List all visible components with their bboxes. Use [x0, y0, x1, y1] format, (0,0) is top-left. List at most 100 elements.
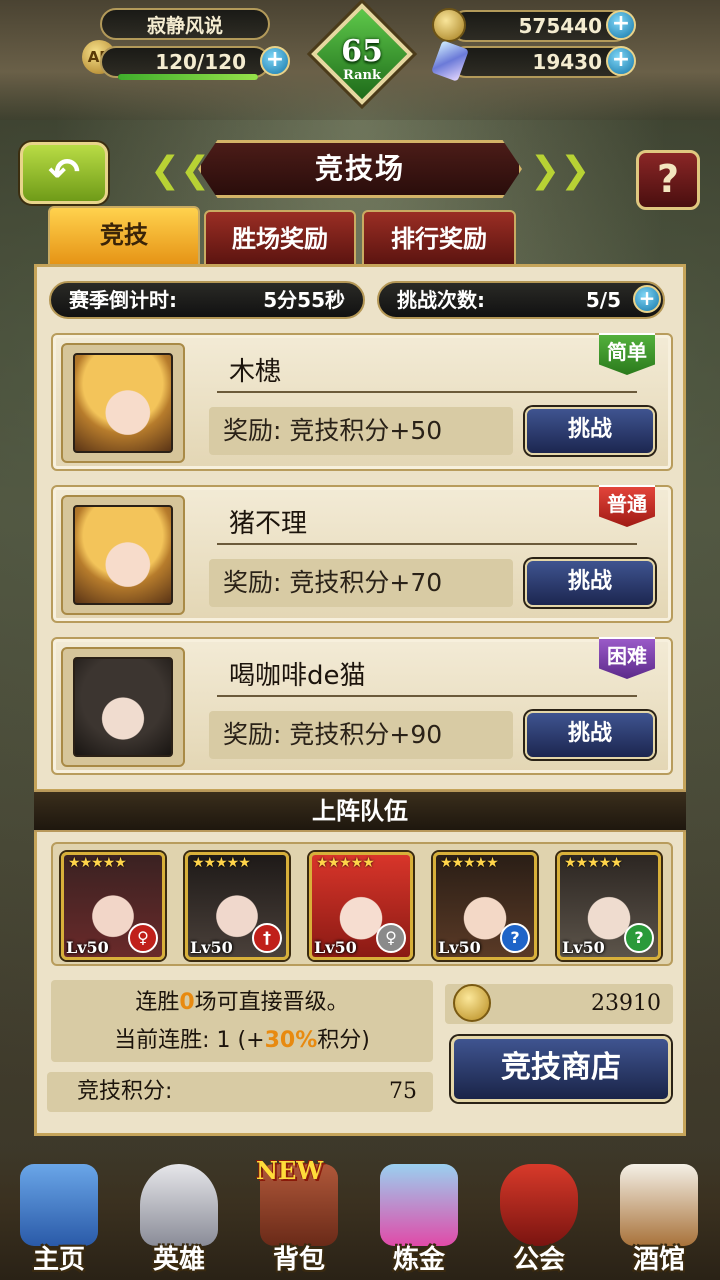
opponent-name: 木槵 [229, 357, 282, 387]
beer-mug-icon [620, 1164, 698, 1246]
hero-level: Lv50 [562, 938, 605, 957]
opponent-avatar-frame [61, 495, 185, 615]
arena-points-value: 75 [389, 1079, 417, 1104]
hero-slot[interactable]: ★★★★★ Lv50 ? [433, 852, 537, 960]
player-name: 寂静风说 [100, 8, 270, 40]
opponent-name: 喝咖啡de猫 [229, 661, 366, 691]
opponent-reward: 奖励: 竞技积分+70 [209, 559, 513, 607]
opponent-avatar-frame [61, 647, 185, 767]
win-streak-info: 连胜0场可直接晋级。 当前连胜: 1 (+30%积分) [51, 980, 433, 1062]
add-gem-button[interactable]: + [606, 46, 636, 76]
streak-line-1: 连胜0场可直接晋级。 [51, 984, 433, 1022]
nav-tavern[interactable]: 酒馆 [604, 1164, 714, 1280]
challenge-button[interactable]: 挑战 [525, 407, 655, 455]
opponent-avatar[interactable] [73, 505, 173, 605]
arena-coin-icon [453, 984, 491, 1022]
tab-rank-rewards[interactable]: 排行奖励 [362, 210, 516, 266]
add-ap-button[interactable]: + [260, 46, 290, 76]
hero-slot[interactable]: ★★★★★ Lv50 † [185, 852, 289, 960]
nav-label: 背包 [272, 1245, 325, 1275]
tab-win-rewards[interactable]: 胜场奖励 [204, 210, 356, 266]
opponent-card: 喝咖啡de猫 奖励: 竞技积分+90 挑战 困难 [51, 637, 673, 775]
gem-counter: 19430 [450, 46, 630, 78]
arena-points-label: 竞技积分: [77, 1079, 173, 1104]
tries-value: 5/5 [585, 288, 621, 312]
challenge-count: 挑战次数: 5/5 + [377, 281, 665, 319]
streak-text: 当前连胜: 1 (+ [114, 1028, 265, 1053]
nav-label: 英雄 [152, 1245, 205, 1275]
nav-alchemy[interactable]: 炼金 [364, 1164, 474, 1280]
nav-heroes[interactable]: 英雄 [124, 1164, 234, 1280]
team-lineup: ★★★★★ Lv50 ♀ ★★★★★ Lv50 † ★★★★★ Lv50 ♀ ★… [51, 842, 673, 966]
castle-icon [20, 1164, 98, 1246]
guild-shield-icon [500, 1164, 578, 1246]
hero-level: Lv50 [314, 938, 357, 957]
rank-label: Rank [343, 68, 381, 83]
arena-coin-value: 23910 [591, 991, 661, 1016]
streak-text: 积分) [317, 1028, 370, 1053]
hero-level: Lv50 [438, 938, 481, 957]
opponent-avatar[interactable] [73, 657, 173, 757]
opponent-reward: 奖励: 竞技积分+90 [209, 711, 513, 759]
team-section-title: 上阵队伍 [34, 790, 686, 832]
arena-panel: 赛季倒计时: 5分55秒 挑战次数: 5/5 + 木槵 奖励: 竞技积分+50 … [34, 264, 686, 792]
add-tries-button[interactable]: + [633, 285, 661, 313]
help-button[interactable]: ? [636, 150, 700, 210]
hero-level: Lv50 [190, 938, 233, 957]
opponent-avatar[interactable] [73, 353, 173, 453]
nav-guild[interactable]: 公会 [484, 1164, 594, 1280]
class-icon: ? [624, 923, 654, 953]
difficulty-badge: 困难 [599, 637, 655, 679]
ap-bar-fill [118, 74, 258, 80]
back-button[interactable]: ↶ [20, 142, 108, 204]
nav-label: 酒馆 [632, 1245, 685, 1275]
opponent-reward: 奖励: 竞技积分+50 [209, 407, 513, 455]
hero-level: Lv50 [66, 938, 109, 957]
nav-label: 主页 [32, 1245, 85, 1275]
nav-bag[interactable]: NEW 背包 [244, 1156, 354, 1280]
nav-home[interactable]: 主页 [4, 1164, 114, 1280]
ap-bar [118, 74, 258, 80]
nav-label: 炼金 [392, 1245, 445, 1275]
team-panel: ★★★★★ Lv50 ♀ ★★★★★ Lv50 † ★★★★★ Lv50 ♀ ★… [34, 832, 686, 1136]
arena-points: 竞技积分: 75 [47, 1072, 433, 1112]
hero-slot[interactable]: ★★★★★ Lv50 ♀ [61, 852, 165, 960]
nav-label: 公会 [512, 1245, 565, 1275]
bottom-nav: 主页 英雄 NEW 背包 炼金 公会 酒馆 [0, 1150, 720, 1280]
challenge-button[interactable]: 挑战 [525, 711, 655, 759]
helmet-icon [140, 1164, 218, 1246]
staff-class-icon: ♀ [376, 923, 406, 953]
page-title: 竞技场 [198, 140, 522, 198]
hero-stars: ★★★★★ [440, 855, 499, 871]
streak-text: 连胜 [135, 990, 180, 1015]
streak-text: 场可直接晋级。 [194, 990, 349, 1015]
top-status-bar: 寂静风说 AP 120/120 + 65 Rank 575440 + 19430… [0, 0, 720, 120]
opponent-card: 木槵 奖励: 竞技积分+50 挑战 简单 [51, 333, 673, 471]
add-gold-button[interactable]: + [606, 10, 636, 40]
divider [217, 695, 637, 697]
streak-bonus: 30% [264, 1028, 318, 1053]
hero-stars: ★★★★★ [316, 855, 375, 871]
opponent-name: 猪不理 [229, 509, 308, 539]
hero-stars: ★★★★★ [192, 855, 251, 871]
tries-label: 挑战次数: [397, 288, 485, 312]
tab-arena[interactable]: 竞技 [48, 206, 200, 266]
sword-class-icon: † [252, 923, 282, 953]
challenge-button[interactable]: 挑战 [525, 559, 655, 607]
hero-stars: ★★★★★ [68, 855, 127, 871]
hero-slot[interactable]: ★★★★★ Lv50 ? [557, 852, 661, 960]
hero-stars: ★★★★★ [564, 855, 623, 871]
class-icon: ? [500, 923, 530, 953]
gold-coin-icon [432, 8, 466, 42]
question-mark-icon: ? [656, 157, 680, 201]
hero-slot[interactable]: ★★★★★ Lv50 ♀ [309, 852, 413, 960]
arena-shop-button[interactable]: 竞技商店 [451, 1036, 671, 1102]
title-banner: ❮❮ 竞技场 ❯❯ [130, 140, 590, 198]
chevron-right-icon: ❯❯ [530, 150, 591, 191]
opponent-avatar-frame [61, 343, 185, 463]
season-label: 赛季倒计时: [69, 288, 177, 312]
rank-number: 65 [341, 34, 383, 69]
gem-value: 19430 [532, 50, 602, 74]
opponent-card: 猪不理 奖励: 竞技积分+70 挑战 普通 [51, 485, 673, 623]
rank-emblem: 65 Rank [311, 3, 413, 105]
